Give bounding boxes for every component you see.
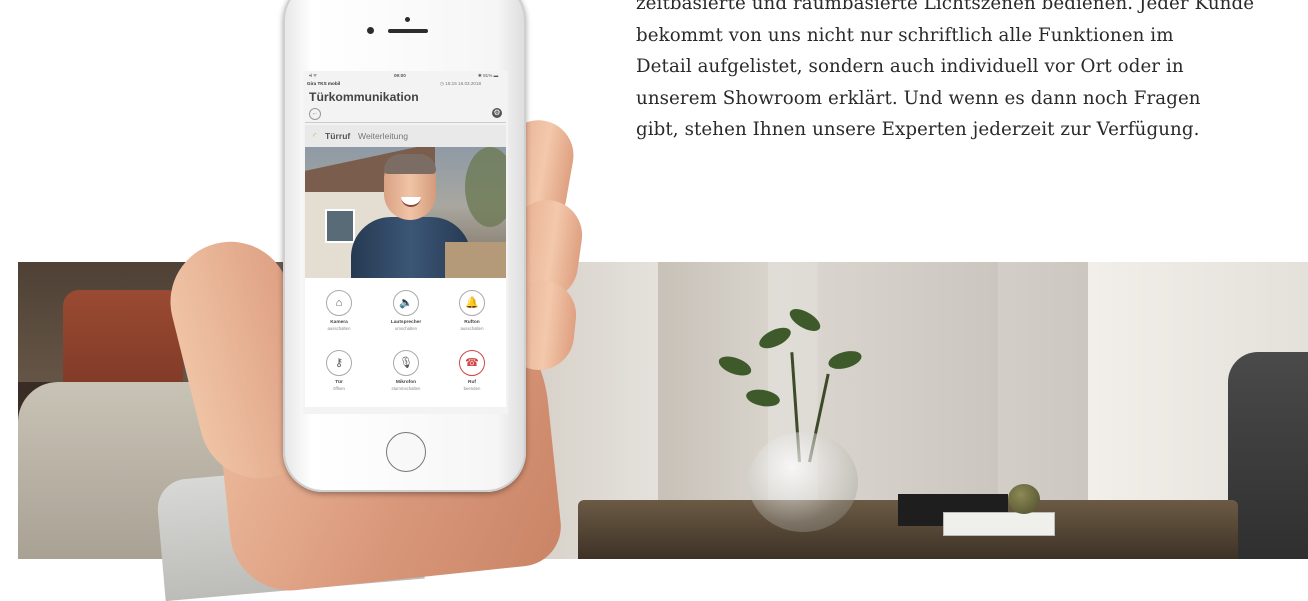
tree — [465, 147, 506, 227]
control-label: Ruf — [468, 380, 476, 385]
signal-indicator: •ıl ᯤ — [309, 73, 317, 78]
front-camera-icon — [367, 27, 374, 34]
control-sublabel: stummschalten — [391, 386, 421, 391]
control-sublabel: ausschalten — [460, 326, 484, 331]
description-line-2: bekommt von uns nicht nur schriftlich al… — [636, 24, 1174, 46]
call-type: Türruf — [325, 131, 351, 141]
books — [943, 512, 1055, 536]
description-line-4: unserem Showroom erklärt. Und wenn es da… — [636, 87, 1201, 109]
call-forwarding: Weiterleitung — [358, 131, 408, 141]
call-controls: ⌂ Kamera ausschalten 🔈 Lautsprecher umsc… — [305, 278, 506, 407]
control-label: Tür — [335, 380, 343, 385]
smartphone: •ıl ᯤ 09:00 ✱ 81% ▬ Gira TKS mobil ◷ 15:… — [283, 0, 526, 492]
control-sublabel: beenden — [463, 386, 481, 391]
control-label: Lautsprecher — [390, 320, 422, 325]
speaker-icon: 🔈 — [393, 290, 419, 316]
status-bar: •ıl ᯤ 09:00 ✱ 81% ▬ Gira TKS mobil ◷ 15:… — [303, 71, 508, 91]
camera-icon: ⌂ — [326, 290, 352, 316]
page-title: Türkommunikation — [309, 90, 419, 104]
decor-ball — [1008, 484, 1040, 514]
sofa-right — [1228, 352, 1308, 559]
camera-toggle-button[interactable]: ⌂ Kamera ausschalten — [308, 290, 370, 331]
control-label: Kamera — [330, 320, 348, 325]
bell-icon: 🔔 — [459, 290, 485, 316]
hangup-icon: ☎ — [459, 350, 485, 376]
open-door-button[interactable]: ⚷ Tür öffnen — [308, 350, 370, 391]
house-window — [325, 209, 355, 243]
nav-bar: ← ⚙ — [305, 105, 506, 123]
microphone-icon: 🎙 — [393, 350, 419, 376]
description-line-3: Detail aufgelistet, sondern auch individ… — [636, 56, 1184, 77]
settings-button[interactable]: ⚙ — [492, 108, 502, 118]
description-line-5: gibt, stehen Ihnen unsere Experten jeder… — [636, 119, 1200, 140]
carrier-name: Gira TKS mobil — [307, 81, 341, 86]
key-icon: ⚷ — [326, 350, 352, 376]
app-screen: •ıl ᯤ 09:00 ✱ 81% ▬ Gira TKS mobil ◷ 15:… — [303, 71, 508, 414]
control-sublabel: öffnen — [333, 386, 345, 391]
bell-icon: ◜ — [313, 131, 317, 141]
control-sublabel: ausschalten — [327, 326, 351, 331]
status-time: 09:00 — [394, 73, 406, 78]
home-button[interactable] — [386, 432, 426, 472]
speaker-toggle-button[interactable]: 🔈 Lautsprecher umschalten — [375, 290, 437, 331]
mute-microphone-button[interactable]: 🎙 Mikrofon stummschalten — [375, 350, 437, 391]
parcel — [445, 242, 506, 278]
back-button[interactable]: ← — [309, 108, 321, 120]
glass-vase — [748, 432, 858, 532]
call-card: ◜ Türruf Weiterleitung ⌂ Kamera ausschal… — [305, 125, 506, 407]
sensor-icon — [405, 17, 410, 22]
gear-icon: ⚙ — [493, 108, 501, 117]
back-arrow-icon: ← — [311, 110, 319, 117]
description-text: zeitbasierte und raumbasierte Lichtszene… — [636, 0, 1276, 146]
description-line-1: zeitbasierte und raumbasierte Lichtszene… — [636, 0, 1255, 14]
ringtone-toggle-button[interactable]: 🔔 Rufton ausschalten — [441, 290, 503, 331]
call-timestamp: ◷ 15:15 16.03.2018 — [440, 81, 482, 86]
battery-indicator: ✱ 81% ▬ — [478, 73, 499, 78]
camera-video-feed — [305, 147, 506, 278]
control-label: Mikrofon — [395, 380, 417, 385]
control-sublabel: umschalten — [395, 326, 417, 331]
earpiece — [388, 29, 428, 33]
control-label: Rufton — [464, 320, 480, 325]
call-header: ◜ Türruf Weiterleitung — [305, 125, 506, 147]
end-call-button[interactable]: ☎ Ruf beenden — [441, 350, 503, 391]
visitor-hair — [384, 154, 436, 174]
